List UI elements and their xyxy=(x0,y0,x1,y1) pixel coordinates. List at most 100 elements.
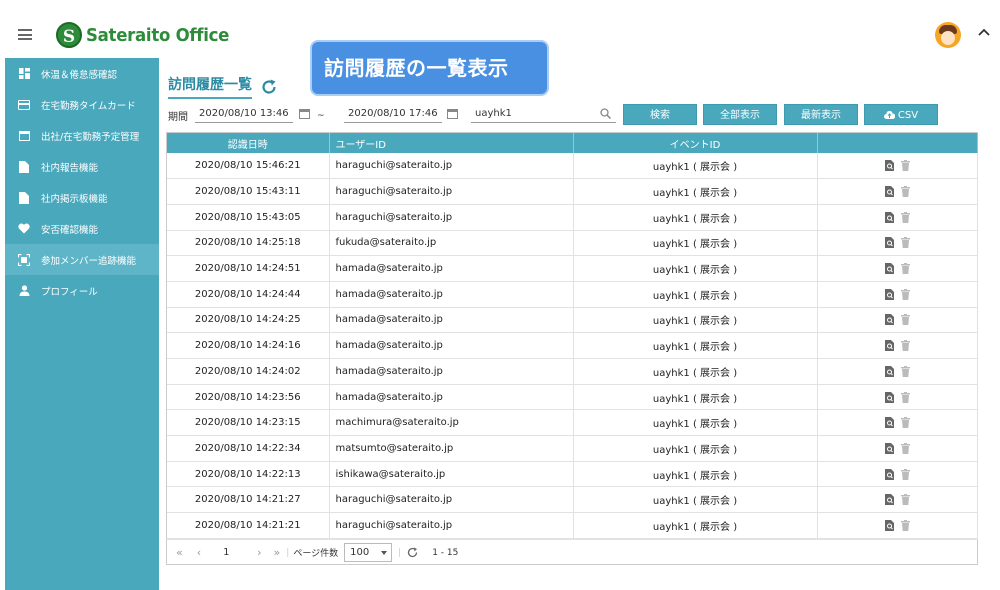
trash-icon[interactable] xyxy=(900,263,910,275)
column-header-user[interactable]: ユーザーID xyxy=(329,133,574,153)
trash-icon[interactable] xyxy=(900,340,910,352)
show-all-button[interactable]: 全部表示 xyxy=(703,104,777,125)
cell-event: uayhk1 ( 展示会 ) xyxy=(573,255,818,282)
cell-user: haraguchi@sateraito.jp xyxy=(329,204,574,231)
cell-actions xyxy=(817,384,978,411)
sidebar-item-report[interactable]: 社内報告機能 xyxy=(5,151,159,182)
sidebar-item-label: プロフィール xyxy=(41,286,98,298)
view-detail-icon[interactable] xyxy=(884,519,895,531)
search-button[interactable]: 検索 xyxy=(623,104,697,125)
trash-icon[interactable] xyxy=(900,186,910,198)
refresh-icon[interactable] xyxy=(260,78,278,96)
next-page-icon[interactable]: › xyxy=(257,546,261,559)
table-row[interactable]: 2020/08/10 14:22:13 ishikawa@sateraito.jp… xyxy=(167,461,978,488)
view-detail-icon[interactable] xyxy=(884,288,895,300)
cell-actions xyxy=(817,358,978,385)
table-row[interactable]: 2020/08/10 15:43:11 haraguchi@sateraito.j… xyxy=(167,178,978,205)
sidebar-item-board[interactable]: 社内掲示板機能 xyxy=(5,182,159,213)
cell-event: uayhk1 ( 展示会 ) xyxy=(573,435,818,462)
avatar[interactable] xyxy=(935,22,961,48)
trash-icon[interactable] xyxy=(900,391,910,403)
table-row[interactable]: 2020/08/10 14:24:51 hamada@sateraito.jp ua… xyxy=(167,255,978,282)
table-row[interactable]: 2020/08/10 14:21:27 haraguchi@sateraito.j… xyxy=(167,486,978,514)
sidebar-item-timecard[interactable]: 在宅勤務タイムカード xyxy=(5,89,159,120)
reload-icon[interactable] xyxy=(407,547,418,558)
cell-time: 2020/08/10 14:23:56 xyxy=(167,384,330,411)
cloud-upload-icon xyxy=(883,110,896,119)
table-row[interactable]: 2020/08/10 14:23:15 machimura@sateraito.j… xyxy=(167,409,978,437)
trash-icon[interactable] xyxy=(900,494,910,506)
date-from-input[interactable]: 2020/08/10 13:46 xyxy=(195,105,293,123)
cell-event: uayhk1 ( 展示会 ) xyxy=(573,461,818,488)
table-row[interactable]: 2020/08/10 14:24:44 hamada@sateraito.jp ua… xyxy=(167,281,978,308)
cell-user: hamada@sateraito.jp xyxy=(329,332,574,359)
view-detail-icon[interactable] xyxy=(884,391,895,403)
trash-icon[interactable] xyxy=(900,468,910,480)
view-detail-icon[interactable] xyxy=(884,442,895,454)
sidebar-item-temperature[interactable]: 休温＆倦怠感確認 xyxy=(5,58,159,89)
calendar-icon[interactable] xyxy=(299,108,310,119)
calendar-icon[interactable] xyxy=(447,108,458,119)
view-detail-icon[interactable] xyxy=(884,237,895,249)
table-row[interactable]: 2020/08/10 14:25:18 fukuda@sateraito.jp ua… xyxy=(167,230,978,257)
view-detail-icon[interactable] xyxy=(884,468,895,480)
table-row[interactable]: 2020/08/10 14:22:34 matsumto@sateraito.jp… xyxy=(167,435,978,462)
view-detail-icon[interactable] xyxy=(884,365,895,377)
view-detail-icon[interactable] xyxy=(884,160,895,172)
view-detail-icon[interactable] xyxy=(884,211,895,223)
table-row[interactable]: 2020/08/10 14:24:25 hamada@sateraito.jp ua… xyxy=(167,307,978,334)
trash-icon[interactable] xyxy=(900,417,910,429)
trash-icon[interactable] xyxy=(900,237,910,249)
filter-bar: 期間 2020/08/10 13:46 ~ 2020/08/10 17:46 u… xyxy=(168,103,978,125)
view-detail-icon[interactable] xyxy=(884,417,895,429)
trash-icon[interactable] xyxy=(900,314,910,326)
view-detail-icon[interactable] xyxy=(884,263,895,275)
page-number-input[interactable]: 1 xyxy=(223,547,251,558)
keyword-input[interactable]: uayhk1 xyxy=(471,105,616,123)
sidebar: 休温＆倦怠感確認 在宅勤務タイムカード 出社/在宅勤務予定管理 社内報告機能 社… xyxy=(5,58,159,590)
table-row[interactable]: 2020/08/10 14:23:56 hamada@sateraito.jp ua… xyxy=(167,384,978,411)
date-to-input[interactable]: 2020/08/10 17:46 xyxy=(344,105,442,123)
cell-time: 2020/08/10 14:24:02 xyxy=(167,358,330,385)
view-detail-icon[interactable] xyxy=(884,340,895,352)
app-logo[interactable]: S Sateraito Office xyxy=(56,22,242,48)
sidebar-item-label: 休温＆倦怠感確認 xyxy=(41,69,118,81)
view-detail-icon[interactable] xyxy=(884,186,895,198)
cell-time: 2020/08/10 14:24:16 xyxy=(167,332,330,359)
trash-icon[interactable] xyxy=(900,442,910,454)
sidebar-item-profile[interactable]: プロフィール xyxy=(5,275,159,306)
view-detail-icon[interactable] xyxy=(884,314,895,326)
table-row[interactable]: 2020/08/10 14:24:02 hamada@sateraito.jp ua… xyxy=(167,358,978,385)
csv-button[interactable]: CSV xyxy=(864,104,938,125)
trash-icon[interactable] xyxy=(900,365,910,377)
chevron-up-icon[interactable] xyxy=(977,27,991,37)
trash-icon[interactable] xyxy=(900,160,910,172)
cell-user: ishikawa@sateraito.jp xyxy=(329,461,574,488)
latest-button[interactable]: 最新表示 xyxy=(784,104,858,125)
cell-actions xyxy=(817,461,978,488)
sidebar-item-safety[interactable]: 安否確認機能 xyxy=(5,213,159,244)
cell-actions xyxy=(817,178,978,205)
hamburger-menu-icon[interactable] xyxy=(18,29,32,40)
column-header-time[interactable]: 認識日時 xyxy=(167,133,330,153)
prev-page-icon[interactable]: ‹ xyxy=(197,546,201,559)
cell-time: 2020/08/10 14:21:27 xyxy=(167,486,330,514)
table-row[interactable]: 2020/08/10 14:21:21 haraguchi@sateraito.j… xyxy=(167,512,978,539)
cell-user: hamada@sateraito.jp xyxy=(329,281,574,308)
sidebar-item-label: 在宅勤務タイムカード xyxy=(41,100,136,112)
column-header-event[interactable]: イベントID xyxy=(573,133,818,153)
trash-icon[interactable] xyxy=(900,519,910,531)
view-detail-icon[interactable] xyxy=(884,494,895,506)
sidebar-item-label: 出社/在宅勤務予定管理 xyxy=(41,131,140,143)
trash-icon[interactable] xyxy=(900,211,910,223)
trash-icon[interactable] xyxy=(900,288,910,300)
sidebar-item-tracking[interactable]: 参加メンバー追跡機能 xyxy=(5,244,159,275)
search-icon[interactable] xyxy=(600,108,611,119)
sidebar-item-schedule[interactable]: 出社/在宅勤務予定管理 xyxy=(5,120,159,151)
page-size-select[interactable]: 100 xyxy=(344,543,393,562)
table-row[interactable]: 2020/08/10 14:24:16 hamada@sateraito.jp ua… xyxy=(167,332,978,359)
last-page-icon[interactable]: » xyxy=(274,546,281,559)
first-page-icon[interactable]: « xyxy=(176,546,183,559)
table-row[interactable]: 2020/08/10 15:43:05 haraguchi@sateraito.j… xyxy=(167,204,978,231)
table-row[interactable]: 2020/08/10 15:46:21 haraguchi@sateraito.j… xyxy=(167,153,978,180)
